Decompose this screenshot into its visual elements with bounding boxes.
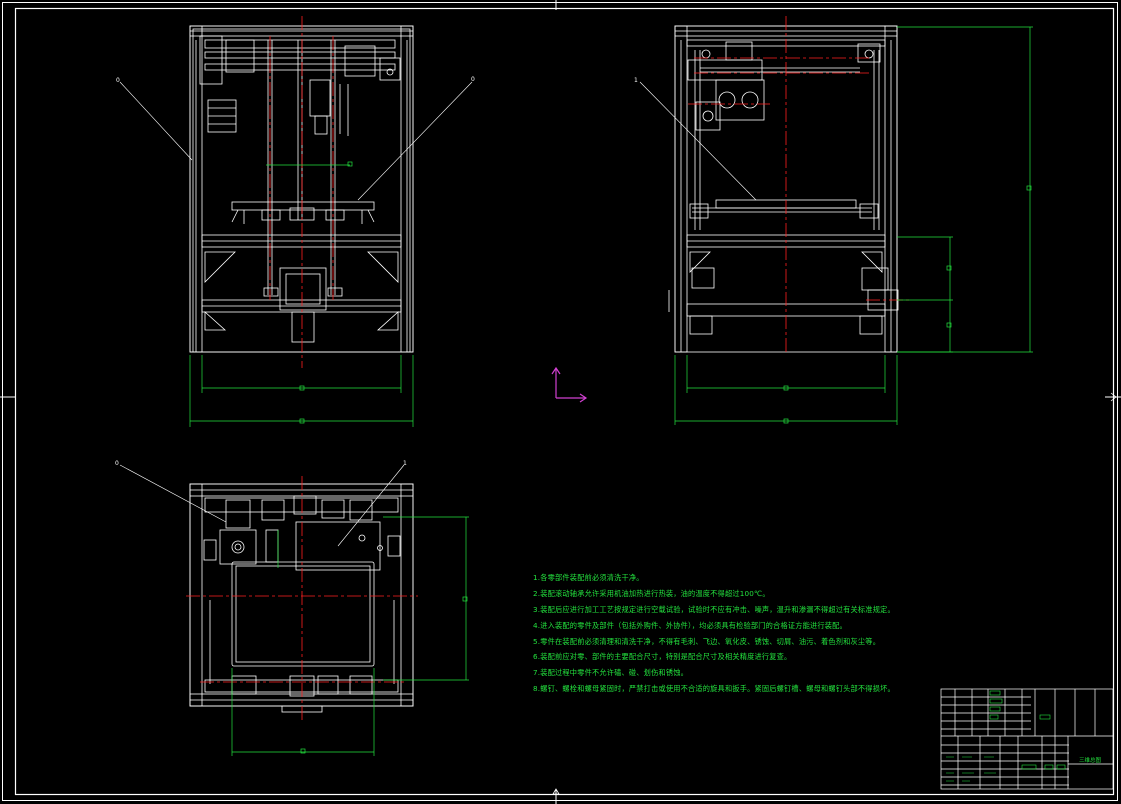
front-view-leaders <box>119 81 473 201</box>
side-view-dimensions <box>674 26 1033 425</box>
note-line: 6.装配前应对零、部件的主要配合尺寸，特别是配合尺寸及相关精度进行复查。 <box>533 652 792 662</box>
note-line: 2.装配滚动轴承允许采用机油加热进行热装，油的温度不得超过100℃。 <box>533 588 770 598</box>
note-line: 1.各零部件装配前必须清洗干净。 <box>533 573 644 582</box>
note-line: 5.零件在装配前必须清理和清洗干净，不得有毛刺、飞边、氧化皮、锈蚀、切屑、油污、… <box>533 636 881 646</box>
note-line: 4.进入装配的零件及部件（包括外购件、外协件），均必须具有检验部门的合格证方能进… <box>533 620 847 630</box>
front-view: 0 0 <box>116 16 475 427</box>
side-balloon: 1 <box>634 77 638 84</box>
note-line: 8.螺钉、螺栓和螺母紧固时，严禁打击或使用不合适的旋具和扳手。紧固后螺钉槽、螺母… <box>533 684 895 694</box>
title-cell-text: 三维总图 <box>1079 756 1102 764</box>
side-view-centerlines <box>688 16 910 352</box>
note-line: 7.装配过程中零件不允许磕、碰、划伤和锈蚀。 <box>533 668 689 678</box>
top-left-balloon: 0 <box>115 460 119 467</box>
front-right-balloon: 0 <box>471 76 475 83</box>
side-view-frame <box>668 25 899 353</box>
front-left-balloon: 0 <box>116 77 120 84</box>
side-view: 1 <box>634 16 1033 425</box>
top-view: 0 1 <box>115 460 469 756</box>
ucs-icon <box>551 366 588 403</box>
top-view-dimensions <box>231 516 469 756</box>
technical-requirements: 1.各零部件装配前必须清洗干净。 2.装配滚动轴承允许采用机油加热进行热装，油的… <box>533 570 913 697</box>
note-line: 3.装配后应进行加工工艺按规定进行空载试验，试验时不应有冲击、噪声，温升和渗漏不… <box>533 604 895 614</box>
top-right-balloon: 1 <box>403 460 407 467</box>
side-view-leader <box>639 81 757 201</box>
title-block <box>940 688 1114 790</box>
top-view-frame <box>189 483 414 713</box>
front-view-centerlines <box>269 16 334 368</box>
top-view-centerlines <box>186 476 418 720</box>
front-view-frame <box>189 25 414 353</box>
